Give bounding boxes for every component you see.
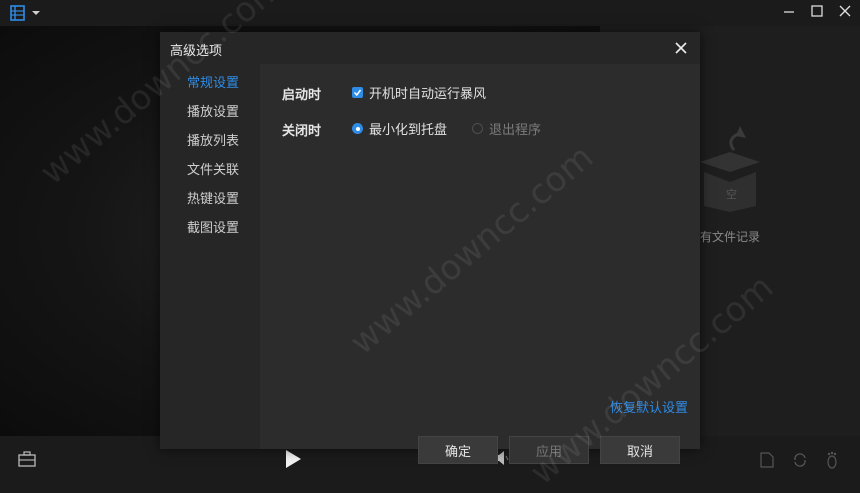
toolbox-button[interactable]: [18, 451, 36, 471]
settings-content: 启动时 开机时自动运行暴风 关闭时 最小化到托盘 退出程序 恢复默认设置 确定 …: [260, 64, 700, 464]
minimize-to-tray-label: 最小化到托盘: [369, 123, 448, 138]
autostart-label: 开机时自动运行暴风: [369, 87, 487, 102]
ok-button[interactable]: 确定: [418, 436, 498, 464]
advanced-options-dialog: 高级选项 常规设置 播放设置 播放列表 文件关联 热键设置 截图设置 启动时 开…: [160, 32, 700, 464]
cancel-button[interactable]: 取消: [600, 436, 680, 464]
dialog-title: 高级选项: [170, 44, 223, 59]
apply-button[interactable]: 应用: [509, 436, 589, 464]
play-icon: [286, 450, 301, 468]
minimize-icon: [784, 11, 794, 13]
startup-label: 启动时: [282, 88, 322, 103]
empty-box-icon: 空: [690, 120, 770, 220]
checkbox-checked-icon: [352, 87, 363, 98]
maximize-icon: [811, 5, 823, 17]
title-bar: [0, 0, 860, 26]
sidebar-item-general[interactable]: 常规设置: [187, 72, 239, 91]
minimize-button[interactable]: [782, 4, 796, 18]
loop-button[interactable]: [792, 452, 808, 472]
main-menu-button[interactable]: [8, 4, 42, 22]
box-label: 空: [726, 187, 737, 201]
empty-playlist-text: 有文件记录: [700, 230, 761, 244]
sidebar-item-screenshot[interactable]: 截图设置: [187, 217, 239, 236]
close-window-button[interactable]: [838, 4, 852, 18]
file-icon: [760, 452, 774, 468]
radio-selected-icon: [352, 123, 363, 134]
radio-unselected-icon: [472, 123, 483, 134]
footprint-icon: [827, 451, 837, 469]
sidebar-item-file-assoc[interactable]: 文件关联: [187, 159, 239, 178]
settings-sidebar: 常规设置 播放设置 播放列表 文件关联 热键设置 截图设置: [160, 64, 260, 449]
sidebar-item-playback[interactable]: 播放设置: [187, 101, 239, 120]
sidebar-item-playlist[interactable]: 播放列表: [187, 130, 239, 149]
film-icon: [10, 5, 40, 21]
exit-program-radio[interactable]: 退出程序: [472, 119, 541, 138]
dialog-close-button[interactable]: [674, 41, 688, 55]
loop-icon: [794, 453, 806, 467]
dialog-header: 高级选项: [160, 32, 700, 64]
restore-defaults-link[interactable]: 恢复默认设置: [610, 397, 688, 416]
close-label: 关闭时: [282, 124, 322, 139]
file-button[interactable]: [760, 452, 774, 472]
autostart-checkbox[interactable]: 开机时自动运行暴风: [352, 83, 486, 102]
play-button[interactable]: [284, 449, 302, 473]
close-icon: [675, 42, 687, 54]
minimize-to-tray-radio[interactable]: 最小化到托盘: [352, 119, 447, 138]
exit-program-label: 退出程序: [489, 123, 542, 138]
footprint-button[interactable]: [824, 451, 840, 473]
toolbox-icon: [18, 451, 36, 467]
close-icon: [839, 5, 851, 17]
maximize-button[interactable]: [810, 4, 824, 18]
sidebar-item-hotkeys[interactable]: 热键设置: [187, 188, 239, 207]
